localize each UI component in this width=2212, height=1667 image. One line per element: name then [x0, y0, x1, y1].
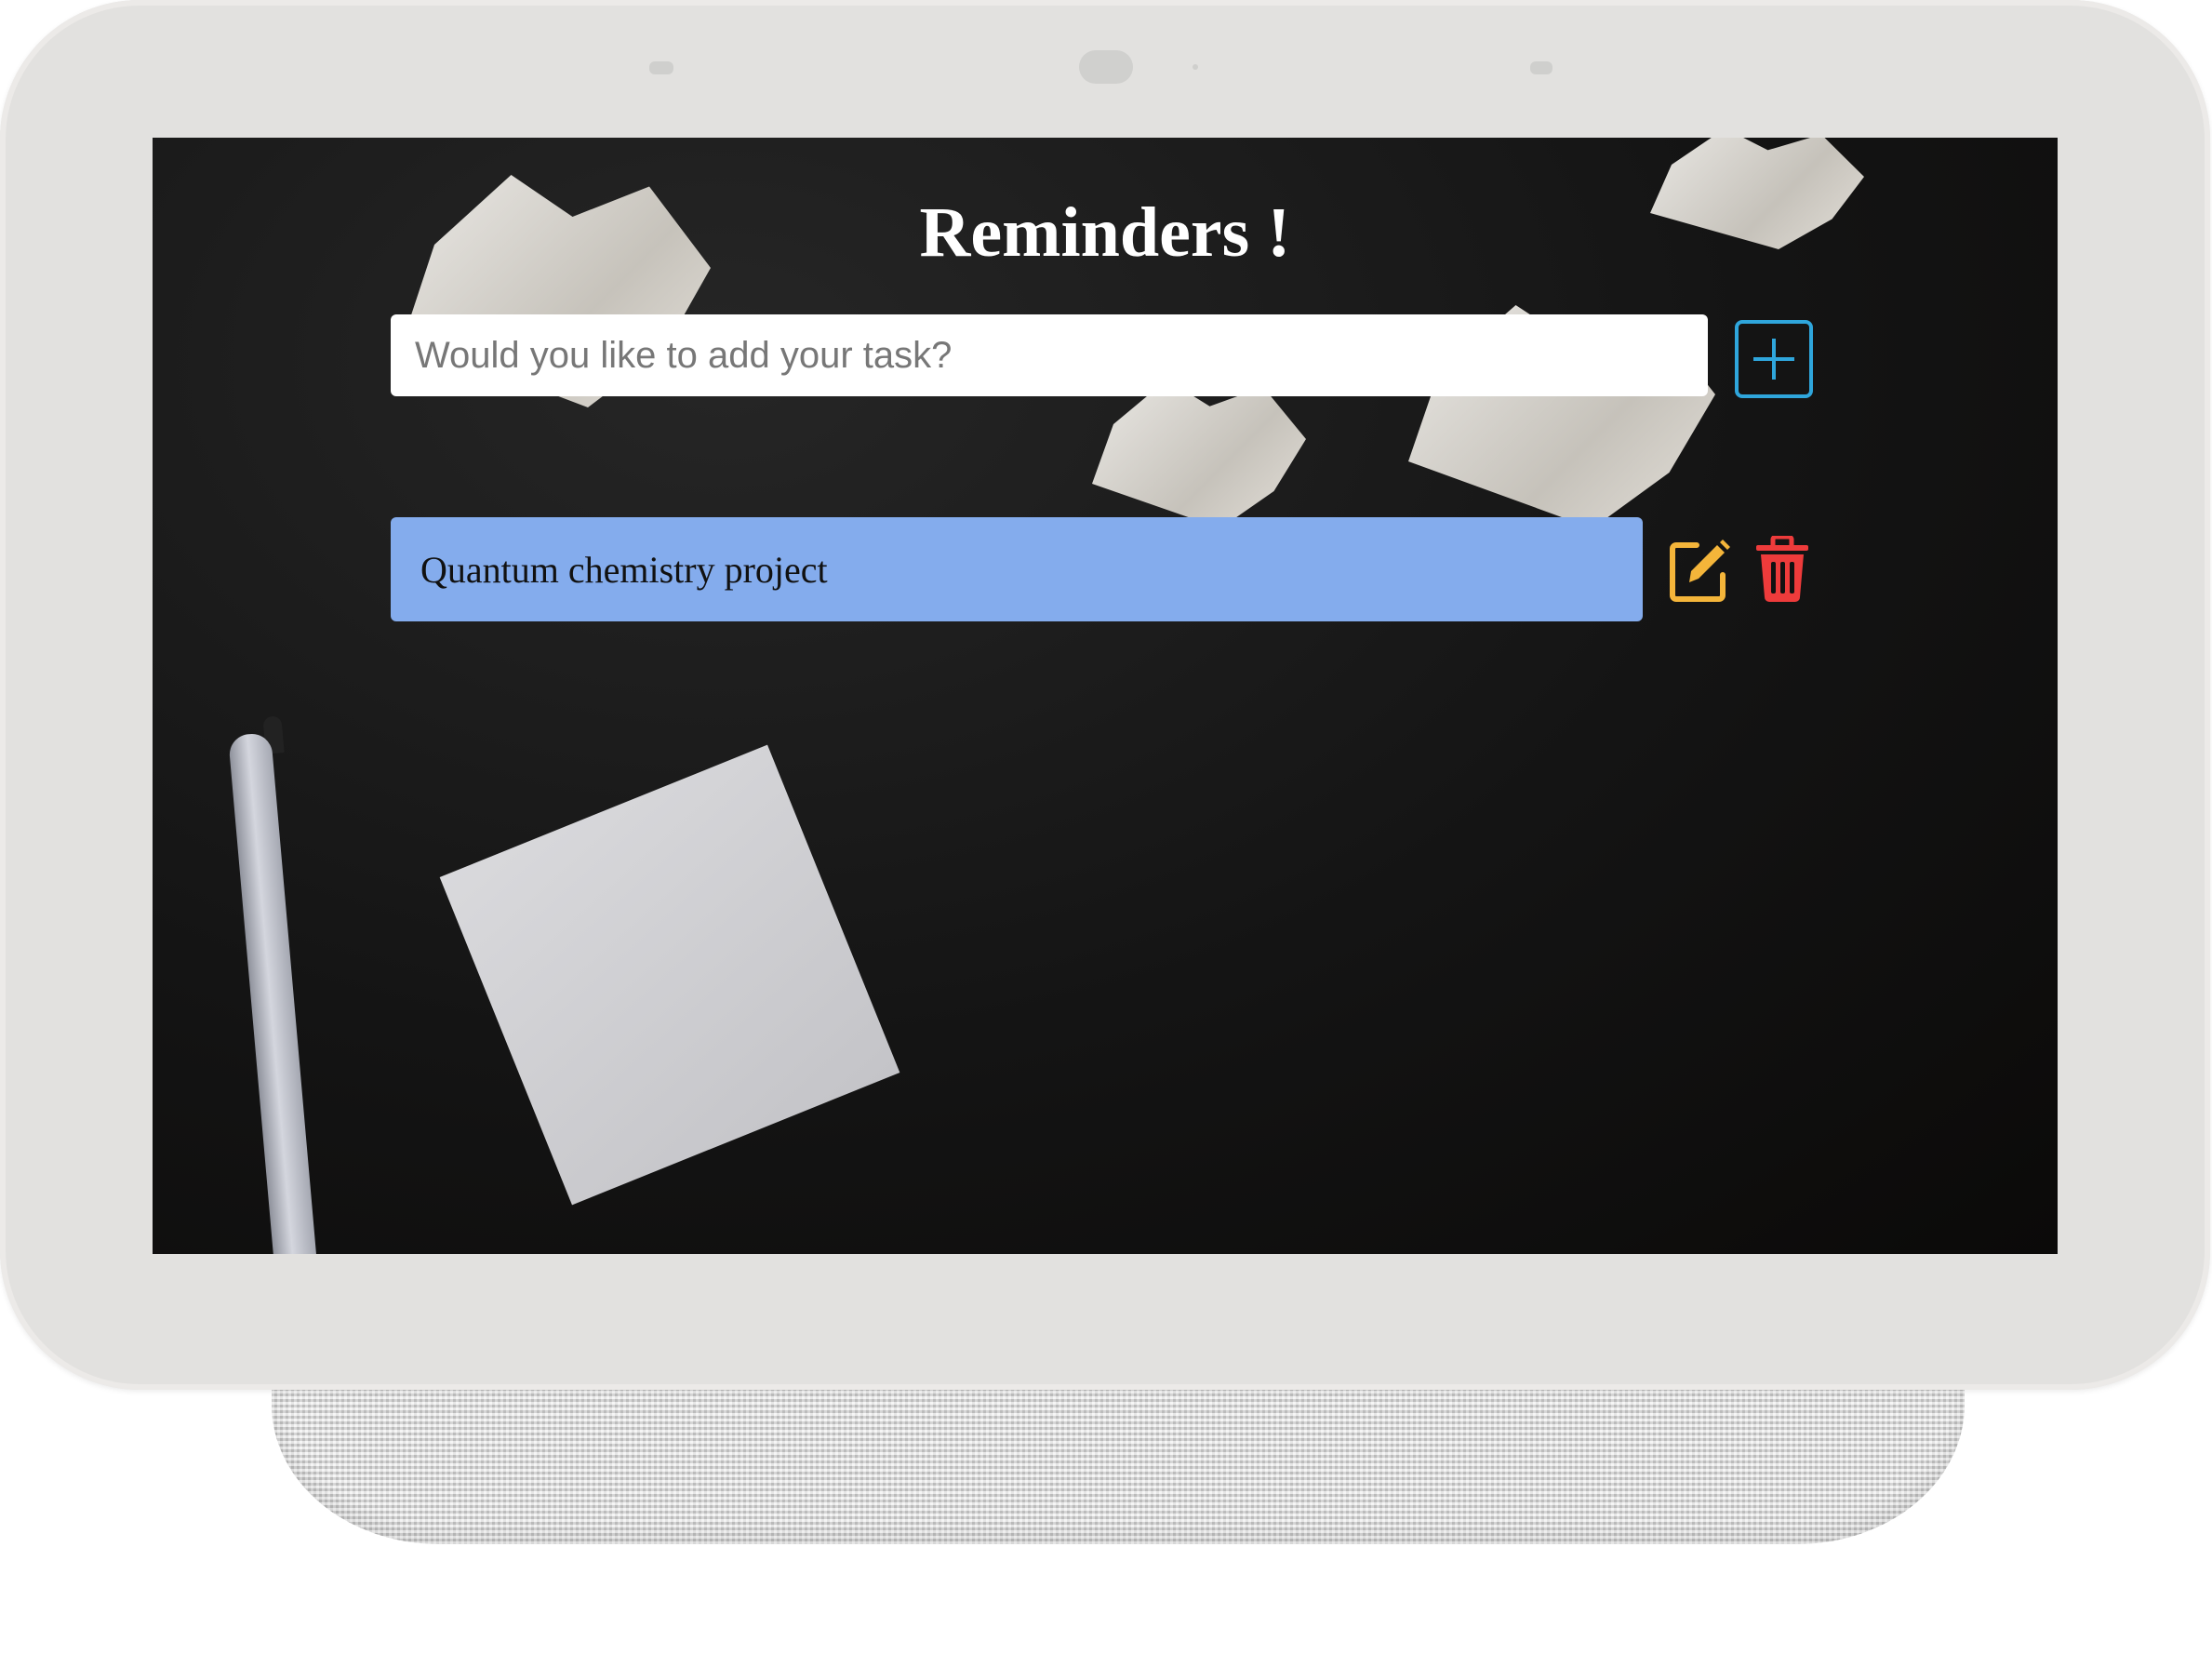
- camera: [1079, 50, 1133, 84]
- crumpled-paper: [1092, 380, 1306, 528]
- trash-icon: [1756, 534, 1808, 602]
- app-screen: Reminders ! Quantum chemistry project: [153, 138, 2058, 1254]
- task-text: Quantum chemistry project: [420, 548, 828, 591]
- sensor-right: [1530, 61, 1552, 74]
- delete-task-button[interactable]: [1754, 534, 1816, 602]
- smart-display-mockup: Reminders ! Quantum chemistry project: [0, 0, 2212, 1667]
- task-input[interactable]: [391, 314, 1708, 396]
- light-sensor: [1193, 64, 1198, 70]
- edit-icon: [1670, 540, 1730, 602]
- sensor-left: [649, 61, 673, 74]
- edit-task-button[interactable]: [1669, 538, 1730, 603]
- add-task-button[interactable]: [1735, 320, 1813, 398]
- device-frame: Reminders ! Quantum chemistry project: [0, 0, 2210, 1390]
- marker-pen: [228, 732, 321, 1254]
- sticky-note: [439, 744, 900, 1206]
- page-title: Reminders !: [919, 193, 1291, 272]
- task-item: Quantum chemistry project: [391, 517, 1643, 621]
